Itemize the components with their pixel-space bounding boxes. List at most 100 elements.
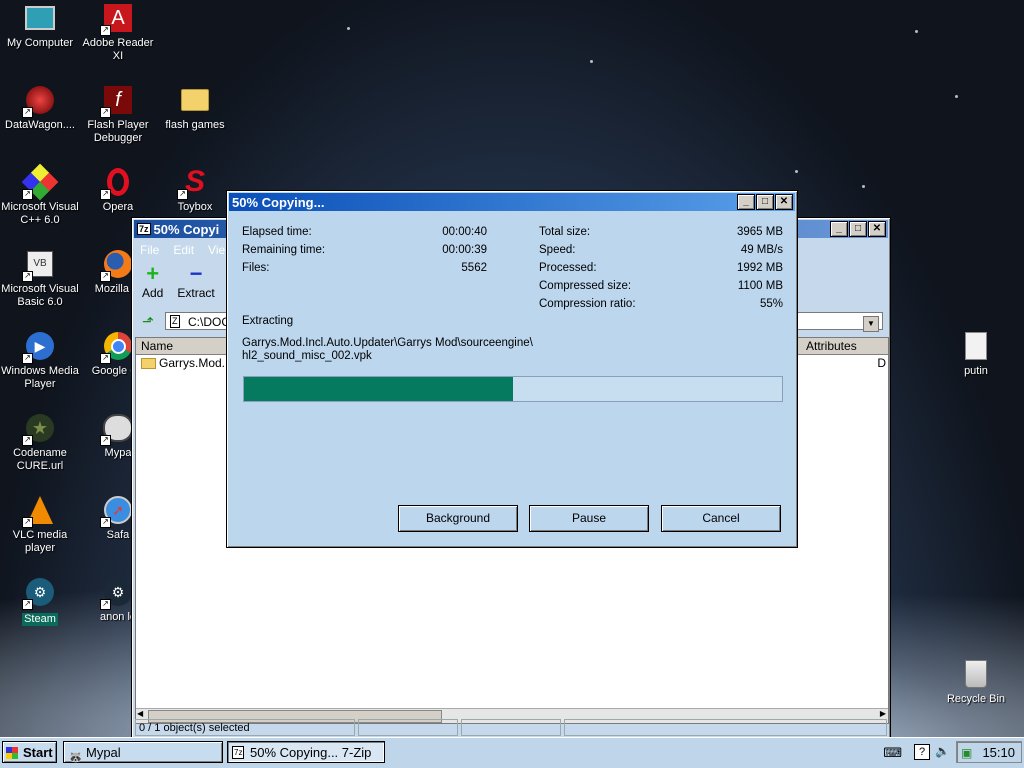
compressed-size-label: Compressed size: [539, 280, 632, 292]
stat-row: Remaining time: 00:00:39 [242, 241, 487, 259]
speaker-icon[interactable]: 🔈 [935, 744, 950, 758]
desktop-icon-datawagon[interactable]: ↗ DataWagon.... [0, 84, 80, 132]
visual-cpp-icon: ↗ [21, 163, 59, 201]
steam-icon: ⚙ ↗ [100, 576, 134, 610]
windows-logo-icon [6, 747, 18, 759]
vlc-icon: ↗ [22, 494, 56, 528]
stat-row: Speed: 49 MB/s [539, 241, 783, 259]
background-button[interactable]: Background [398, 505, 518, 532]
pause-button[interactable]: Pause [529, 505, 649, 532]
maximize-button[interactable]: □ [849, 221, 867, 237]
icon-label: Codename CURE.url [13, 447, 67, 472]
add-label: Add [142, 286, 164, 300]
desktop-icon-recycle-bin[interactable]: Recycle Bin [936, 658, 1016, 706]
desktop-icon-my-computer[interactable]: My Computer [0, 2, 80, 50]
star [915, 30, 918, 33]
desktop-icon-adobe-reader[interactable]: A ↗ Adobe Reader XI [78, 2, 158, 63]
adobe-reader-icon: A ↗ [100, 2, 134, 36]
desktop-icon-codename-cure[interactable]: ★ ↗ Codename CURE.url [0, 412, 80, 473]
document-icon [960, 330, 992, 362]
add-button[interactable]: + Add [142, 261, 164, 301]
folder-icon [141, 358, 156, 370]
status-bar: 0 / 1 object(s) selected [135, 719, 887, 736]
icon-label: Adobe Reader XI [82, 37, 154, 62]
clock[interactable]: 15:10 [982, 745, 1015, 760]
desktop-icon-steam[interactable]: ⚙ ↗ Steam [0, 576, 80, 626]
row-attr: D [877, 356, 886, 370]
minimize-button[interactable]: _ [737, 194, 755, 210]
up-folder-icon[interactable]: ⬏ [138, 312, 158, 330]
start-button[interactable]: Start [2, 741, 57, 763]
desktop-icon-opera[interactable]: ↗ Opera [78, 166, 158, 214]
elapsed-value: 00:00:40 [442, 226, 487, 238]
menu-edit[interactable]: Edit [173, 243, 194, 257]
minimize-button[interactable]: _ [830, 221, 848, 237]
close-button[interactable]: ✕ [775, 194, 793, 210]
stat-row: Processed: 1992 MB [539, 259, 783, 277]
desktop-icon-vlc[interactable]: ↗ VLC media player [0, 494, 80, 555]
media-player-icon: ▶ ↗ [22, 330, 56, 364]
task-label: 50% Copying... 7-Zip [250, 745, 372, 760]
desktop-icon-putin[interactable]: putin [936, 330, 1016, 378]
status-selection: 0 / 1 object(s) selected [135, 719, 355, 736]
stat-row: Files: 5562 [242, 259, 487, 277]
desktop-icon-flash-player-debugger[interactable]: f ↗ Flash Player Debugger [78, 84, 158, 145]
icon-label: putin [964, 365, 988, 377]
processed-label: Processed: [539, 262, 597, 274]
desktop-icon-visual-cpp[interactable]: ↗ Microsoft Visual C++ 6.0 [0, 163, 80, 227]
status-cell [461, 719, 561, 736]
keyboard-icon[interactable]: ⌨ [883, 745, 902, 761]
extract-label: Extract [177, 286, 215, 300]
desktop-icon-flash-games[interactable]: flash games [155, 84, 235, 132]
column-attributes[interactable]: Attributes [801, 338, 888, 354]
address-value: C:\DOC [188, 315, 230, 329]
compression-ratio-label: Compression ratio: [539, 298, 636, 310]
star [590, 60, 593, 63]
menu-file[interactable]: File [140, 243, 159, 257]
size-stats: Total size: 3965 MB Speed: 49 MB/s Process… [539, 223, 783, 313]
menu-view[interactable]: Vie [208, 243, 225, 257]
progress-fill [244, 377, 513, 401]
desktop-icon-windows-media-player[interactable]: ▶ ↗ Windows Media Player [0, 330, 80, 391]
compression-ratio-value: 55% [759, 298, 783, 310]
computer-icon [24, 2, 56, 34]
plus-icon: + [146, 261, 160, 286]
remaining-label: Remaining time: [242, 244, 326, 256]
star [955, 95, 958, 98]
icon-label: Toybox [177, 201, 213, 213]
taskbar-item-mypal[interactable]: 🦝 Mypal [63, 741, 223, 764]
progress-titlebar[interactable]: 50% Copying... _ □ ✕ [229, 193, 795, 211]
processed-value: 1992 MB [736, 262, 783, 274]
stat-row: Total size: 3965 MB [539, 223, 783, 241]
extract-button[interactable]: − Extract [177, 262, 215, 301]
icon-label: My Computer [6, 37, 74, 49]
stat-row: Elapsed time: 00:00:40 [242, 223, 487, 241]
icon-label: VLC media player [12, 529, 68, 554]
desktop-icon-toybox[interactable]: S ↗ Toybox [155, 166, 235, 214]
time-stats: Elapsed time: 00:00:40 Remaining time: 00:… [242, 223, 487, 277]
visual-basic-icon: VB ↗ [22, 248, 56, 282]
path-line: hl2_sound_misc_002.vpk [242, 350, 372, 362]
help-icon[interactable]: ? [914, 744, 930, 760]
icon-label: Windows Media Player [1, 365, 79, 390]
window-title: 50% Copying... [232, 194, 325, 210]
mypal-icon: ↗ [100, 412, 134, 446]
desktop-icon-visual-basic[interactable]: VB ↗ Microsoft Visual Basic 6.0 [0, 248, 80, 309]
path-line: Garrys.Mod.Incl.Auto.Updater\Garrys Mod\… [242, 337, 533, 349]
cancel-button[interactable]: Cancel [661, 505, 781, 532]
scroll-left-icon[interactable]: ◀ [137, 709, 143, 718]
files-value: 5562 [461, 262, 487, 274]
scroll-right-icon[interactable]: ▶ [880, 709, 886, 718]
maximize-button[interactable]: □ [756, 194, 774, 210]
network-icon[interactable]: ▣ [961, 742, 972, 764]
stat-row: Compressed size: 1100 MB [539, 277, 783, 295]
status-cell [564, 719, 887, 736]
icon-label: flash games [165, 119, 225, 131]
taskbar-item-7zip[interactable]: 7z 50% Copying... 7-Zip [227, 741, 385, 763]
chrome-icon: ↗ [100, 330, 134, 364]
current-file-path: Garrys.Mod.Incl.Auto.Updater\Garrys Mod\… [242, 337, 533, 363]
chevron-down-icon[interactable]: ▼ [863, 316, 879, 332]
icon-label: Flash Player Debugger [87, 119, 149, 144]
files-label: Files: [242, 262, 270, 274]
close-button[interactable]: ✕ [868, 221, 886, 237]
